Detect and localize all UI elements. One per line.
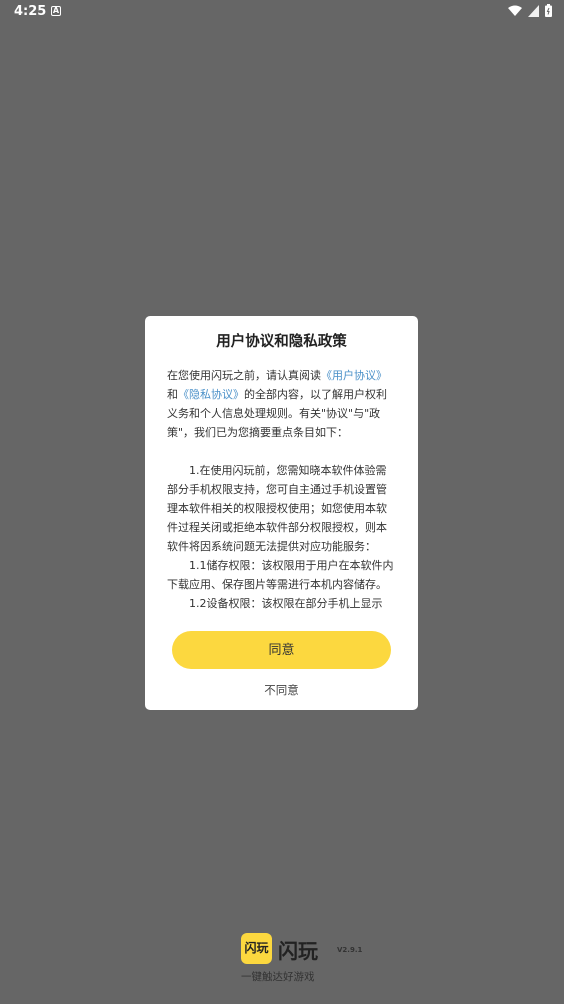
dialog-body[interactable]: 在您使用闪玩之前，请认真阅读《用户协议》和《隐私协议》的全部内容，以了解用户权利…: [167, 366, 396, 621]
disagree-button[interactable]: 不同意: [145, 679, 418, 701]
and-text: 和: [167, 388, 178, 401]
paragraph-1-2: 1.2设备权限：该权限在部分手机上显示: [189, 597, 383, 610]
status-time: 4:25: [14, 4, 47, 19]
user-agreement-link[interactable]: 《用户协议》: [321, 369, 387, 382]
app-logo: 闪玩: [241, 933, 272, 964]
app-slogan: 一键触达好游戏: [241, 971, 315, 983]
privacy-dialog: 用户协议和隐私政策 在您使用闪玩之前，请认真阅读《用户协议》和《隐私协议》的全部…: [145, 316, 418, 710]
brand-footer: 闪玩 闪玩 V2.9.1 一键触达好游戏: [241, 933, 371, 988]
privacy-policy-link[interactable]: 《隐私协议》: [178, 388, 244, 401]
app-name: 闪玩: [278, 939, 318, 963]
paragraph-1-1: 1.1储存权限：该权限用于用户在本软件内下载应用、保存图片等需进行本机内容储存。: [167, 559, 394, 591]
intro-paragraph: 在您使用闪玩之前，请认真阅读《用户协议》和《隐私协议》的全部内容，以了解用户权利…: [167, 366, 396, 442]
paragraph-1: 1.在使用闪玩前，您需知晓本软件体验需部分手机权限支持，您可自主通过手机设置管理…: [167, 464, 387, 553]
status-bar: 4:25 A: [0, 0, 564, 24]
a-icon: A: [51, 6, 61, 16]
status-icons: [508, 4, 552, 17]
signal-icon: [528, 4, 539, 17]
intro-prefix: 在您使用闪玩之前，请认真阅读: [167, 369, 321, 382]
agree-button[interactable]: 同意: [172, 631, 391, 669]
dialog-title: 用户协议和隐私政策: [216, 334, 347, 350]
wifi-icon: [508, 5, 522, 16]
app-version: V2.9.1: [337, 946, 363, 954]
battery-icon: [545, 4, 552, 17]
